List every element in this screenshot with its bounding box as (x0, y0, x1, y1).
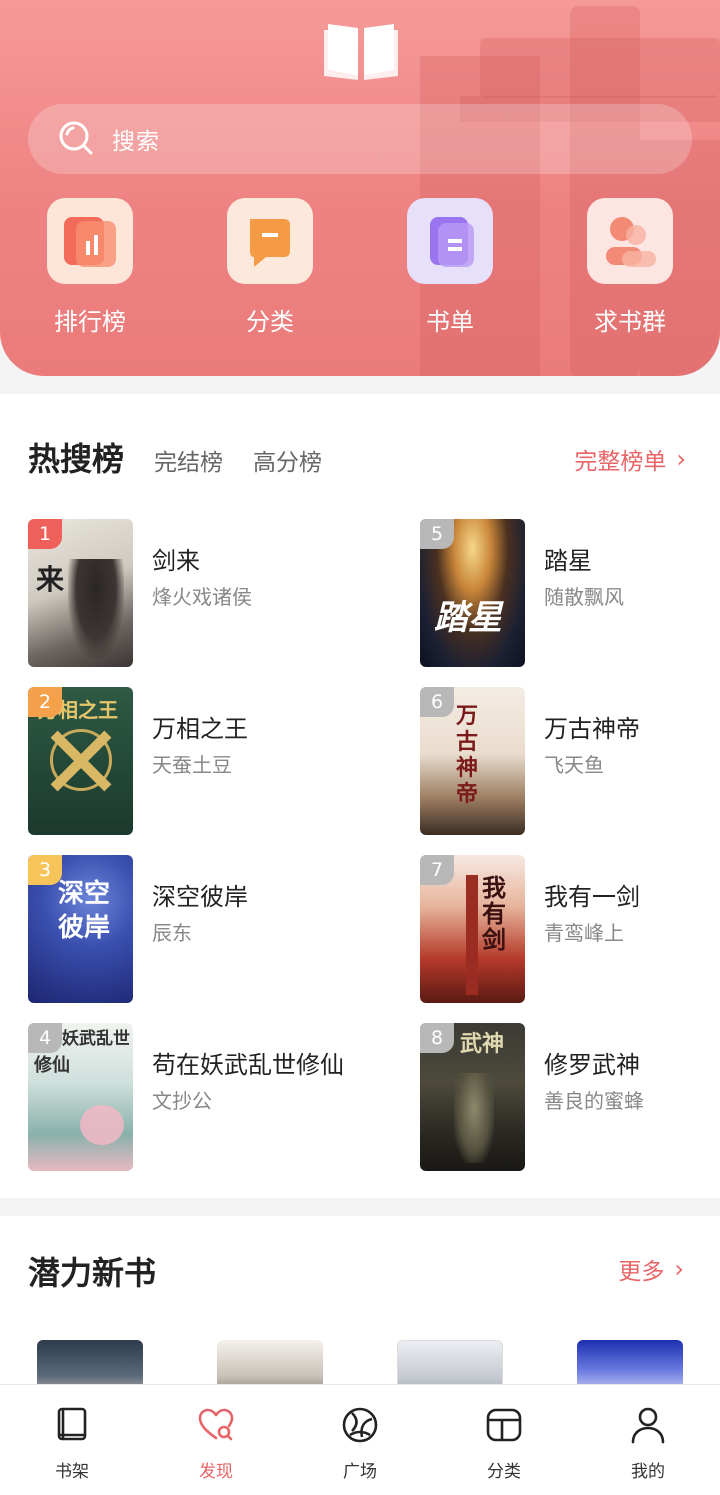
rank-badge: 2 (28, 687, 62, 717)
rank-badge: 5 (420, 519, 454, 549)
group-icon (606, 217, 656, 267)
potential-books-section: 潜力新书 更多 › (0, 1216, 720, 1400)
rank-badge: 3 (28, 855, 62, 885)
user-icon (631, 1407, 665, 1444)
quick-link-booklist[interactable]: 书单 (407, 198, 493, 336)
book-title: 我有一剑 (544, 883, 640, 911)
booklist-icon (430, 217, 474, 267)
book-author: 文抄公 (152, 1089, 212, 1113)
header-banner: 搜索 排行榜 分类 书单 求书群 (0, 0, 720, 376)
book-title: 万古神帝 (544, 715, 640, 743)
book-author: 善良的蜜蜂 (544, 1089, 644, 1113)
aperture-icon (342, 1407, 378, 1443)
book-logo-icon (322, 16, 400, 80)
ranking-icon (64, 217, 116, 267)
nav-label: 广场 (343, 1462, 377, 1482)
book-item[interactable]: 踏星 5 踏星 随散飘风 (420, 519, 720, 667)
nav-category[interactable]: 分类 (432, 1385, 576, 1495)
more-label: 更多 (618, 1259, 665, 1285)
quick-link-label: 排行榜 (54, 308, 126, 336)
book-author: 青鸾峰上 (544, 921, 624, 945)
tab-high-score[interactable]: 高分榜 (253, 443, 322, 477)
book-title: 万相之王 (152, 715, 248, 743)
book-item[interactable]: 万古神帝 6 万古神帝 飞天鱼 (420, 687, 720, 835)
rank-badge: 6 (420, 687, 454, 717)
nav-discover[interactable]: 发现 (144, 1385, 288, 1495)
book-title: 剑来 (152, 547, 200, 575)
book-item[interactable]: 武神 8 修罗武神 善良的蜜蜂 (420, 1023, 720, 1171)
ranking-tabs: 热搜榜 完结榜 高分榜 (28, 434, 322, 480)
book-item[interactable]: 深空 彼岸 3 深空彼岸 辰东 (28, 855, 368, 1003)
book-author: 烽火戏诸侯 (152, 585, 252, 609)
quick-link-label: 求书群 (594, 308, 666, 336)
bottom-nav: 书架 发现 广场 分类 我的 (0, 1384, 720, 1495)
hot-search-section: 热搜榜 完结榜 高分榜 完整榜单 › 来 1 剑来 烽火戏诸侯 万相之王 2 万… (0, 394, 720, 1198)
full-list-label: 完整榜单 (574, 449, 667, 475)
full-list-link[interactable]: 完整榜单 › (574, 442, 686, 476)
chevron-right-icon: › (676, 445, 686, 473)
nav-label: 我的 (631, 1462, 665, 1482)
book-item[interactable]: 我有剑 7 我有一剑 青鸾峰上 (420, 855, 720, 1003)
rank-badge: 4 (28, 1023, 62, 1053)
book-title: 修罗武神 (544, 1051, 640, 1079)
section-title: 潜力新书 (28, 1254, 157, 1292)
rank-badge: 1 (28, 519, 62, 549)
search-placeholder: 搜索 (112, 129, 160, 155)
book-title: 苟在妖武乱世修仙 (152, 1051, 344, 1079)
category-icon (250, 219, 290, 267)
book-author: 随散飘风 (544, 585, 624, 609)
search-icon (59, 121, 93, 155)
quick-link-group[interactable]: 求书群 (587, 198, 673, 336)
book-item[interactable]: 妖武乱世 修仙 4 苟在妖武乱世修仙 文抄公 (28, 1023, 368, 1171)
quick-link-label: 书单 (426, 308, 474, 336)
book-item[interactable]: 万相之王 2 万相之王 天蚕土豆 (28, 687, 368, 835)
book-author: 飞天鱼 (544, 753, 604, 777)
nav-label: 分类 (487, 1462, 521, 1482)
quick-link-label: 分类 (246, 308, 294, 336)
quick-link-category[interactable]: 分类 (227, 198, 313, 336)
nav-bookshelf[interactable]: 书架 (0, 1385, 144, 1495)
quick-link-ranking[interactable]: 排行榜 (47, 198, 133, 336)
bookshelf-icon (57, 1407, 87, 1441)
nav-label: 书架 (55, 1462, 89, 1482)
book-author: 天蚕土豆 (152, 753, 232, 777)
heart-search-icon (198, 1408, 234, 1441)
rank-badge: 7 (420, 855, 454, 885)
search-bar[interactable]: 搜索 (28, 104, 692, 174)
layout-icon (486, 1408, 522, 1442)
book-author: 辰东 (152, 921, 192, 945)
tab-hot-search[interactable]: 热搜榜 (28, 434, 124, 480)
book-title: 深空彼岸 (152, 883, 248, 911)
nav-profile[interactable]: 我的 (576, 1385, 720, 1495)
nav-square[interactable]: 广场 (288, 1385, 432, 1495)
more-link[interactable]: 更多 › (618, 1252, 684, 1286)
chevron-right-icon: › (674, 1255, 684, 1283)
nav-label: 发现 (199, 1462, 233, 1482)
book-item[interactable]: 来 1 剑来 烽火戏诸侯 (28, 519, 368, 667)
tab-finished[interactable]: 完结榜 (154, 443, 223, 477)
book-title: 踏星 (544, 547, 592, 575)
rank-badge: 8 (420, 1023, 454, 1053)
